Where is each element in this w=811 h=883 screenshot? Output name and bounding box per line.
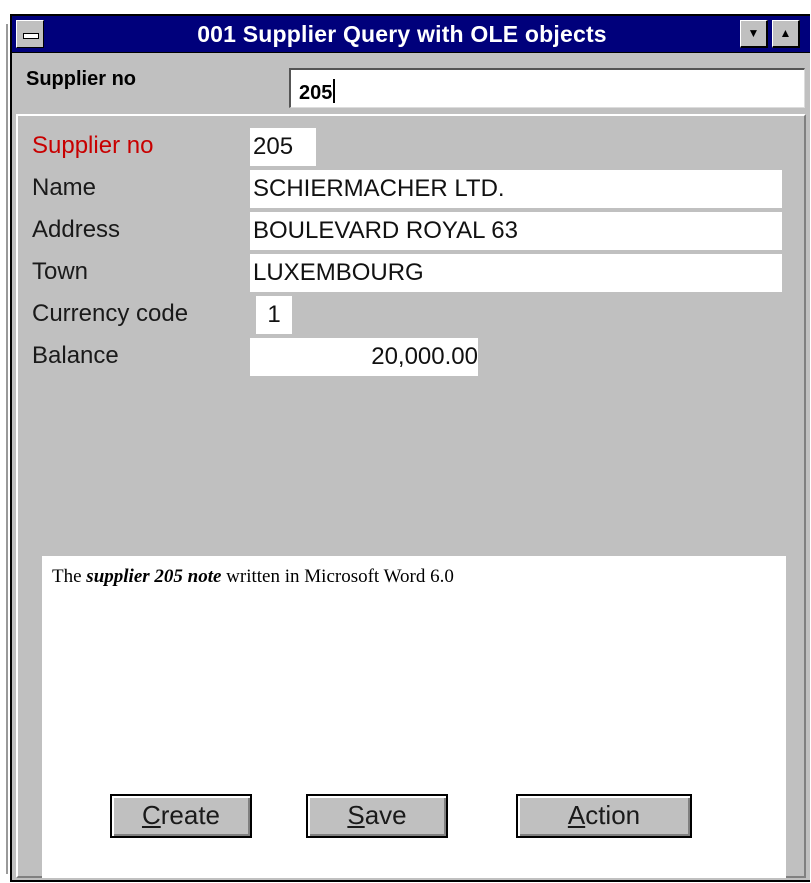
system-menu-icon[interactable] <box>16 20 44 48</box>
name-field[interactable]: SCHIERMACHER LTD. <box>250 170 782 208</box>
scroll-down-arrow-icon[interactable]: ▼ <box>740 20 768 48</box>
ole-text-suffix: written in Microsoft Word 6.0 <box>221 566 454 587</box>
address-field[interactable]: BOULEVARD ROYAL 63 <box>250 212 782 250</box>
window-title: 001 Supplier Query with OLE objects <box>197 21 607 47</box>
balance-label: Balance <box>32 342 119 369</box>
save-button[interactable]: Save <box>306 794 448 838</box>
create-button[interactable]: Create <box>110 794 252 838</box>
ole-note-text: The supplier 205 note written in Microso… <box>52 566 454 588</box>
action-button[interactable]: Action <box>516 794 692 838</box>
supplier-no-field[interactable]: 205 <box>250 128 316 166</box>
currency-code-field[interactable]: 1 <box>256 296 292 334</box>
address-label: Address <box>32 216 121 243</box>
save-button-hotkey: S <box>347 800 365 830</box>
currency-code-label: Currency code <box>32 300 189 327</box>
town-field[interactable]: LUXEMBOURG <box>250 254 782 292</box>
query-supplier-no-label: Supplier no <box>26 68 136 90</box>
record-panel: Supplier no 205 Name SCHIERMACHER LTD. A… <box>16 114 806 878</box>
name-label: Name <box>32 174 97 201</box>
supplier-no-input-value: 205 <box>299 82 333 104</box>
text-cursor <box>333 79 336 103</box>
supplier-query-window: 001 Supplier Query with OLE objects ▼ ▲ … <box>10 14 810 882</box>
ole-text-prefix: The <box>52 566 87 587</box>
supplier-no-label: Supplier no <box>32 132 154 159</box>
supplier-no-input[interactable]: 205 <box>289 68 805 108</box>
ole-text-emphasis: supplier 205 note <box>86 566 222 587</box>
title-bar[interactable]: 001 Supplier Query with OLE objects ▼ ▲ <box>12 16 810 53</box>
action-button-label: ction <box>585 800 641 830</box>
window-edge <box>6 24 8 874</box>
save-button-label: ave <box>364 800 407 830</box>
town-label: Town <box>32 258 89 285</box>
scroll-up-arrow-icon[interactable]: ▲ <box>772 20 800 48</box>
balance-field[interactable]: 20,000.00 <box>250 338 478 376</box>
action-button-hotkey: A <box>567 800 586 830</box>
create-button-hotkey: C <box>141 800 161 830</box>
create-button-label: reate <box>160 800 221 830</box>
